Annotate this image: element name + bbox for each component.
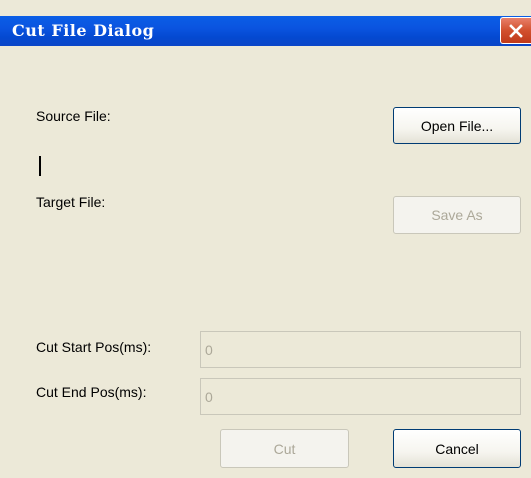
source-file-label: Source File: bbox=[36, 108, 111, 124]
close-icon bbox=[509, 23, 523, 38]
cancel-button[interactable]: Cancel bbox=[393, 429, 521, 468]
text-caret bbox=[39, 156, 41, 176]
target-file-label: Target File: bbox=[36, 194, 106, 210]
cut-file-dialog: Cut File Dialog Source File: Open File..… bbox=[0, 0, 531, 478]
title-bar[interactable]: Cut File Dialog bbox=[0, 16, 531, 46]
cut-button[interactable]: Cut bbox=[220, 429, 349, 468]
cut-end-input[interactable] bbox=[200, 378, 521, 415]
save-as-button[interactable]: Save As bbox=[393, 196, 521, 234]
cut-start-label: Cut Start Pos(ms): bbox=[36, 339, 152, 355]
open-file-button[interactable]: Open File... bbox=[393, 107, 521, 144]
dialog-title: Cut File Dialog bbox=[12, 21, 155, 40]
cut-end-label: Cut End Pos(ms): bbox=[36, 384, 147, 400]
cut-start-input[interactable] bbox=[200, 331, 521, 368]
close-button[interactable] bbox=[500, 17, 531, 44]
